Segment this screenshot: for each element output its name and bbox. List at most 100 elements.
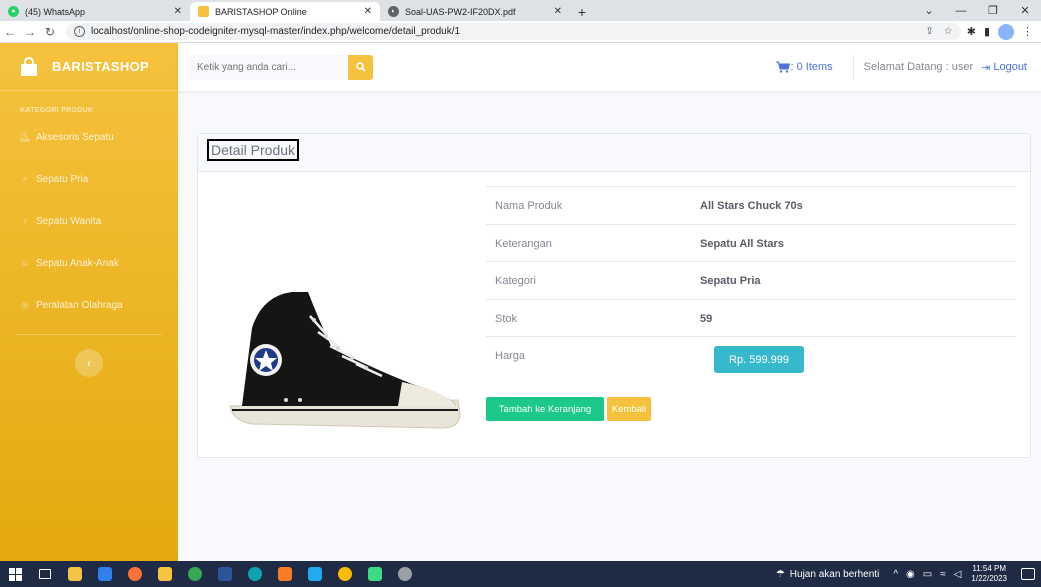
notification-icon[interactable] [1021, 568, 1035, 580]
new-tab-button[interactable]: + [570, 2, 594, 21]
close-icon[interactable]: ✕ [554, 6, 562, 17]
row-label: Kategori [486, 261, 700, 299]
window-controls: ⌄ — ❐ ✕ [913, 0, 1041, 21]
back-arrow-icon[interactable]: ← [0, 25, 20, 39]
sidebar-item-sepatu-pria[interactable]: ♂ Sepatu Pria [0, 158, 178, 200]
chevron-down-icon[interactable]: ⌄ [913, 4, 945, 17]
wifi-icon[interactable]: ≈ [940, 569, 946, 580]
star-icon[interactable]: ☆ [944, 26, 953, 37]
logout-label: Logout [993, 61, 1027, 73]
battery-icon[interactable]: ▭ [923, 569, 932, 580]
sidebar-item-label: Aksesoris Sepatu [36, 131, 114, 143]
logout-link[interactable]: ⇥ Logout [977, 61, 1027, 74]
windows-start-icon[interactable] [0, 561, 30, 587]
brand-name: BARISTASHOP [52, 59, 149, 74]
sidebar: BARISTASHOP KATEGORI PRODUK ⛸ Aksesoris … [0, 43, 178, 561]
tab-baristashop[interactable]: BARISTASHOP Online ✕ [190, 2, 380, 21]
sidepanel-icon[interactable]: ▮ [984, 25, 990, 38]
volume-icon[interactable]: ◁ [954, 569, 962, 580]
share-icon[interactable]: ⇪ [925, 26, 933, 37]
file-explorer-icon[interactable] [150, 561, 180, 587]
table-row: Kategori Sepatu Pria [486, 261, 1016, 299]
paint-icon[interactable] [390, 561, 420, 587]
word-icon[interactable] [210, 561, 240, 587]
address-bar: ← → ↻ i localhost/online-shop-codeignite… [0, 21, 1041, 43]
chrome-icon[interactable] [180, 561, 210, 587]
tab-pdf[interactable]: ◐ Soal-UAS-PW2-IF20DX.pdf ✕ [380, 2, 570, 21]
welcome-text: Selamat Datang : user [863, 61, 974, 73]
os-taskbar: ☂ Hujan akan berhenti ^ ◉ ▭ ≈ ◁ 11:54 PM… [0, 561, 1041, 587]
minimize-icon[interactable]: — [945, 5, 977, 17]
url-text: localhost/online-shop-codeigniter-mysql-… [91, 26, 461, 37]
topbar: : 0 Items Selamat Datang : user ⇥ Logout [178, 43, 1041, 91]
ball-icon: ◎ [21, 299, 29, 310]
row-label: Keterangan [486, 223, 700, 262]
sidebar-item-label: Sepatu Pria [36, 173, 89, 185]
tab-title: Soal-UAS-PW2-IF20DX.pdf [405, 6, 516, 17]
cart-link[interactable]: : 0 Items [776, 61, 842, 73]
url-field[interactable]: i localhost/online-shop-codeigniter-mysq… [66, 23, 961, 40]
row-value: 59 [700, 298, 1016, 337]
extensions-icon[interactable]: ✱ [967, 25, 976, 38]
male-icon: ♂ [21, 174, 29, 184]
xampp-icon[interactable] [270, 561, 300, 587]
table-row: Stok 59 [486, 298, 1016, 337]
clock[interactable]: 11:54 PM 1/22/2023 [971, 564, 1007, 584]
sidebar-item-aksesoris-sepatu[interactable]: ⛸ Aksesoris Sepatu [0, 116, 178, 158]
shop-favicon-icon [198, 6, 209, 17]
female-icon: ♀ [21, 216, 29, 226]
table-row: Nama Produk All Stars Chuck 70s [486, 186, 1016, 224]
calendar-icon[interactable] [60, 561, 90, 587]
chevron-up-icon[interactable]: ^ [893, 569, 898, 580]
search-button[interactable] [348, 54, 373, 80]
chevron-left-icon: ‹ [87, 356, 91, 370]
sidebar-item-label: Sepatu Wanita [36, 215, 102, 227]
weather-widget[interactable]: ☂ Hujan akan berhenti [776, 569, 879, 580]
topbar-right: : 0 Items Selamat Datang : user ⇥ Logout [776, 43, 1041, 91]
sidebar-toggle-button[interactable]: ‹ [75, 349, 103, 377]
sidebar-item-sepatu-wanita[interactable]: ♀ Sepatu Wanita [0, 200, 178, 242]
restore-icon[interactable]: ❐ [977, 4, 1009, 17]
sidebar-heading: KATEGORI PRODUK [20, 107, 94, 114]
price-badge: Rp. 599.999 [714, 346, 804, 373]
vscode-icon[interactable] [300, 561, 330, 587]
add-to-cart-button[interactable]: Tambah ke Keranjang [486, 397, 604, 421]
close-icon[interactable]: ✕ [364, 6, 372, 17]
chrome-active-icon[interactable] [330, 561, 360, 587]
security-icon[interactable]: ◉ [906, 569, 915, 580]
app-icon[interactable] [360, 561, 390, 587]
sidebar-item-sepatu-anak[interactable]: ☺ Sepatu Anak-Anak [0, 242, 178, 284]
sidebar-item-label: Sepatu Anak-Anak [36, 257, 119, 269]
brand[interactable]: BARISTASHOP [0, 43, 178, 91]
edge-icon[interactable] [240, 561, 270, 587]
firefox-icon[interactable] [120, 561, 150, 587]
row-label: Harga [486, 336, 700, 374]
mail-icon[interactable] [90, 561, 120, 587]
row-value: Sepatu Pria [700, 261, 1016, 299]
sidebar-item-peralatan-olahraga[interactable]: ◎ Peralatan Olahraga [0, 284, 178, 326]
weather-text: Hujan akan berhenti [789, 568, 880, 580]
tab-whatsapp[interactable]: ● (45) WhatsApp ✕ [0, 2, 190, 21]
profile-avatar[interactable] [998, 23, 1014, 40]
search-input[interactable] [188, 54, 348, 80]
menu-icon[interactable]: ⋮ [1022, 25, 1033, 38]
back-button[interactable]: Kembali [607, 397, 651, 421]
close-icon[interactable]: ✕ [1009, 4, 1041, 17]
row-label: Stok [486, 298, 700, 337]
sidebar-divider [16, 334, 162, 335]
umbrella-icon: ☂ [775, 568, 785, 580]
child-icon: ☺ [20, 258, 30, 268]
tab-title: BARISTASHOP Online [215, 6, 307, 17]
search-icon [355, 62, 366, 72]
info-icon[interactable]: i [74, 26, 85, 37]
close-icon[interactable]: ✕ [174, 6, 182, 17]
forward-arrow-icon[interactable]: → [20, 25, 40, 39]
topbar-divider [852, 55, 854, 79]
tab-title: (45) WhatsApp [25, 6, 86, 17]
table-row: Keterangan Sepatu All Stars [486, 223, 1016, 262]
product-image [229, 292, 461, 429]
reload-icon[interactable]: ↻ [40, 25, 60, 39]
task-view-icon[interactable] [30, 561, 60, 587]
clock-time: 11:54 PM [972, 564, 1007, 573]
sidebar-item-label: Peralatan Olahraga [36, 299, 123, 311]
